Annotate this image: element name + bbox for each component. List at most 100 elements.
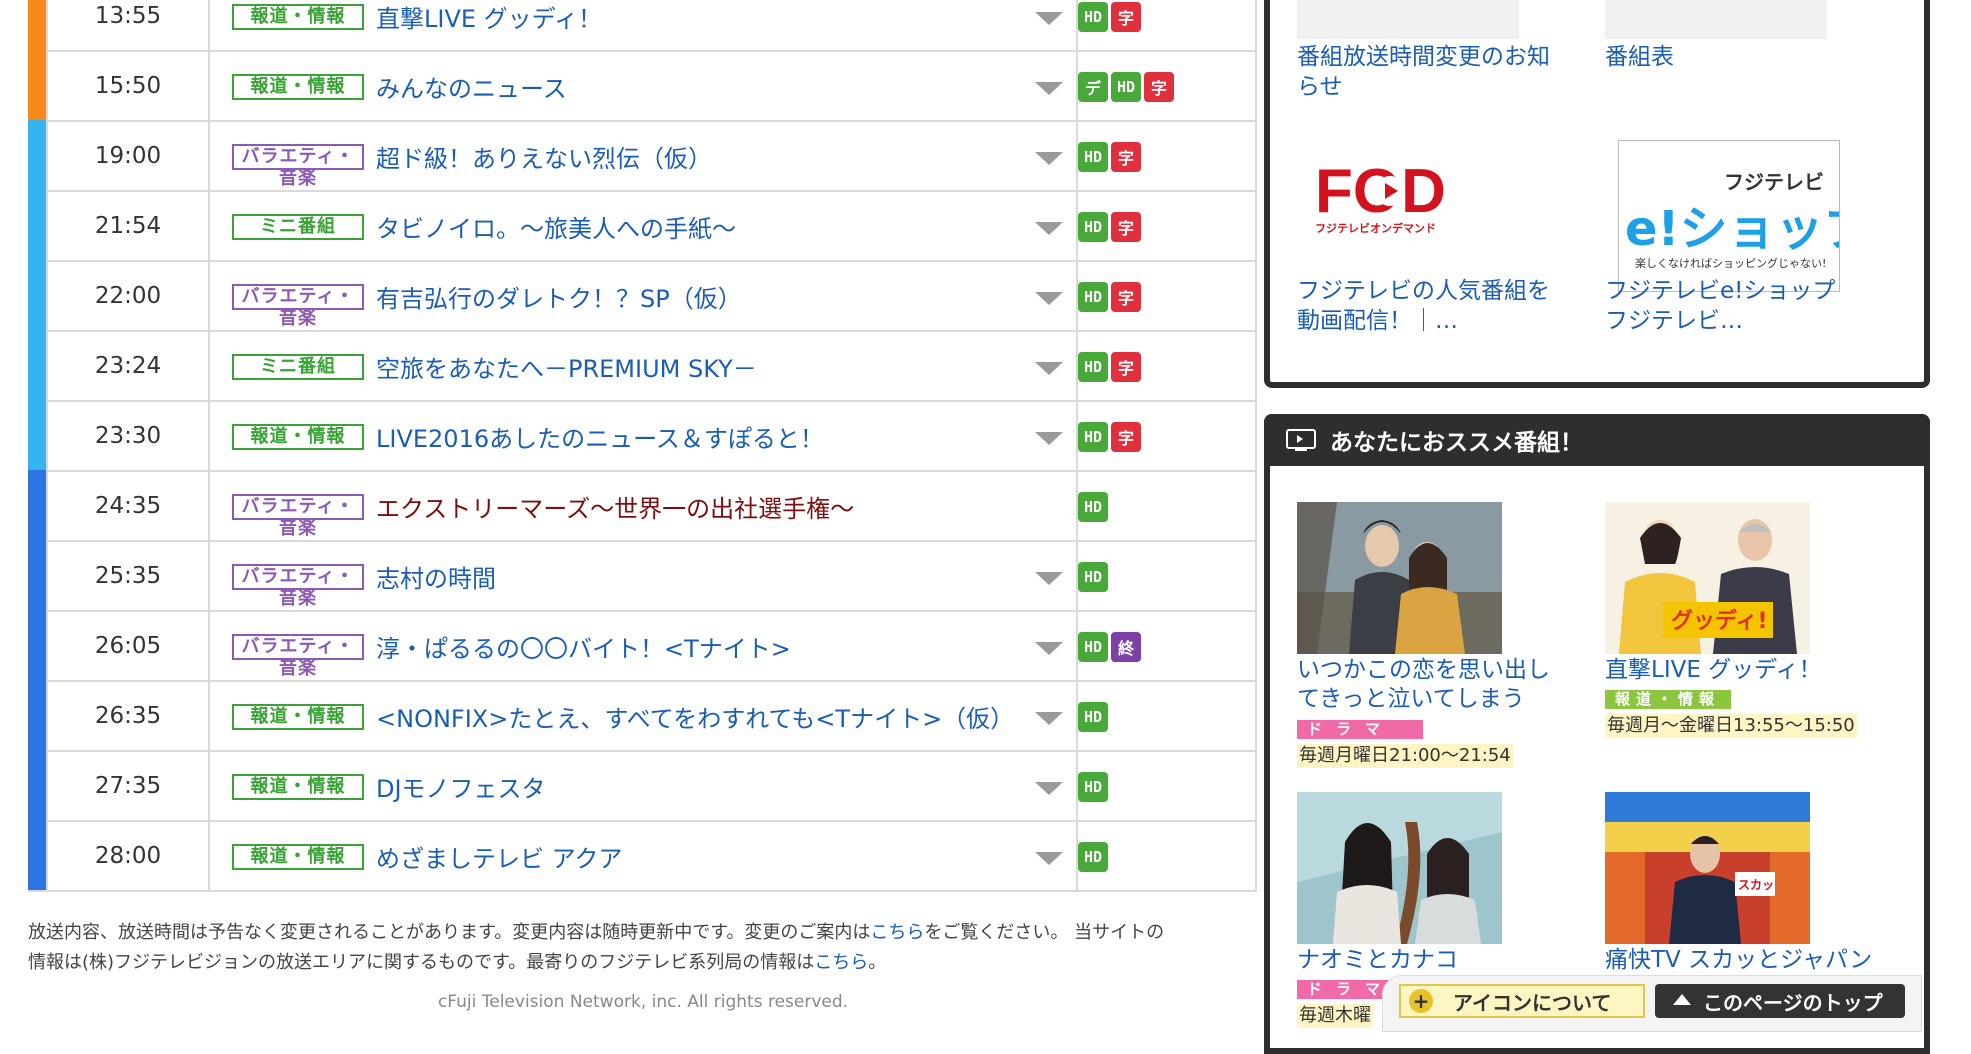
program-time: 25:35 — [46, 542, 210, 610]
rec-thumb-naomi[interactable] — [1297, 792, 1502, 944]
time-band-bar — [28, 50, 46, 120]
hd-badge-icon: HD — [1078, 352, 1108, 382]
program-badges: HD — [1078, 702, 1108, 732]
rec-title-naomi[interactable]: ナオミとカナコ — [1297, 946, 1458, 975]
fod-logo-sub: フジテレビオンデマンド — [1315, 221, 1436, 235]
program-time: 21:54 — [46, 192, 210, 260]
program-title[interactable]: DJモノフェスタ — [376, 752, 546, 820]
notice-link-affiliates[interactable]: こちら — [814, 952, 868, 973]
schedule-row[interactable]: 22:00 バラエティ・音楽 有吉弘行のダレトク！？SP（仮） HD 字 — [28, 260, 1255, 330]
schedule-row[interactable]: 26:35 報道・情報 <NONFIX>たとえ、すべてをわすれても<Tナイト>（仮）… — [28, 680, 1255, 750]
final-episode-badge-icon: 終 — [1111, 632, 1141, 662]
program-title[interactable]: 淳・ぱるるの〇〇バイト！<Tナイト> — [376, 612, 791, 680]
naomi-photo — [1297, 792, 1502, 944]
rec-title-sukatto[interactable]: 痛快TV スカッとジャパン — [1605, 946, 1872, 975]
genre-label: 報道・情報 — [232, 4, 364, 30]
genre-label: 報道・情報 — [232, 844, 364, 870]
program-title[interactable]: タビノイロ。～旅美人への手紙～ — [376, 192, 736, 260]
hd-badge-icon: HD — [1078, 702, 1108, 732]
schedule-row[interactable]: 28:00 報道・情報 めざましテレビ アクア HD — [28, 820, 1255, 890]
program-title[interactable]: 超ド級！ありえない烈伝（仮） — [376, 122, 712, 190]
schedule-row[interactable]: 24:35 バラエティ・音楽 エクストリーマーズ～世界一の出社選手権～ HD — [28, 470, 1255, 540]
program-time: 27:35 — [46, 752, 210, 820]
program-title[interactable]: エクストリーマーズ～世界一の出社選手権～ — [376, 472, 854, 540]
genre-label: ミニ番組 — [232, 354, 364, 380]
program-title[interactable]: 直撃LIVE グッディ！ — [376, 0, 602, 50]
recommend-panel: あなたにおススメ番組！ いつかこの恋を思い出し てきっと泣いてしまう ドラマ 毎… — [1264, 414, 1930, 1054]
schedule-row[interactable]: 23:30 報道・情報 LIVE2016あしたのニュース＆すぽると！ HD 字 — [28, 400, 1255, 470]
genre-label: 報道・情報 — [232, 424, 364, 450]
program-title[interactable]: 有吉弘行のダレトク！？SP（仮） — [376, 262, 742, 330]
link-caption: 番組放送時間変更のお知 — [1297, 44, 1550, 70]
schedule-row[interactable]: 26:05 バラエティ・音楽 淳・ぱるるの〇〇バイト！<Tナイト> HD 終 — [28, 610, 1255, 680]
schedule-change-link[interactable]: 番組放送時間変更のお知 らせ — [1297, 42, 1550, 102]
sukatto-photo: スカッ — [1605, 792, 1810, 944]
notice-link-change[interactable]: こちら — [870, 922, 924, 943]
copyright: cFuji Television Network, inc. All right… — [437, 992, 849, 1012]
time-band-bar — [28, 540, 46, 610]
rec-title-line: てきっと泣いてしまう — [1297, 686, 1525, 712]
program-title[interactable]: LIVE2016あしたのニュース＆すぽると！ — [376, 402, 824, 470]
schedule-row[interactable]: 25:35 バラエティ・音楽 志村の時間 HD — [28, 540, 1255, 610]
schedule-row[interactable]: 23:24 ミニ番組 空旅をあなたへ－PREMIUM SKY－ HD 字 — [28, 330, 1255, 400]
eshop-logo[interactable]: フジテレビ e!ショップ 楽しくなければショッピングじゃない! — [1618, 140, 1871, 292]
page-top-button[interactable]: このページのトップ — [1655, 984, 1905, 1018]
link-caption: フジテレビe!ショップ — [1605, 278, 1836, 304]
plus-icon: + — [1409, 989, 1433, 1013]
about-icons-label: アイコンについて — [1453, 990, 1612, 1015]
rec-time: 毎週月曜日21:00～21:54 — [1297, 744, 1513, 768]
schedule-row[interactable]: 27:35 報道・情報 DJモノフェスタ HD — [28, 750, 1255, 820]
sukatto-sign-text: スカッ — [1738, 878, 1774, 892]
hd-badge-icon: HD — [1078, 2, 1108, 32]
divider — [1056, 682, 1078, 750]
program-title[interactable]: 空旅をあなたへ－PREMIUM SKY－ — [376, 332, 757, 400]
program-guide-thumb[interactable] — [1605, 0, 1827, 39]
fod-link[interactable]: フジテレビの人気番組を 動画配信！｜… — [1297, 276, 1550, 336]
hd-badge-icon: HD — [1078, 492, 1108, 522]
eshop-logo-art: フジテレビ e!ショップ 楽しくなければショッピングじゃない! — [1625, 170, 1871, 270]
goody-photo: グッディ! — [1605, 502, 1810, 654]
rec-thumb-itsuka[interactable] — [1297, 502, 1502, 654]
program-title[interactable]: <NONFIX>たとえ、すべてをわすれても<Tナイト>（仮） — [376, 682, 1014, 750]
eshop-link[interactable]: フジテレビe!ショップ フジテレビ… — [1605, 276, 1835, 336]
time-band-bar — [28, 120, 46, 190]
about-icons-button[interactable]: + アイコンについて — [1399, 984, 1645, 1018]
time-band-bar — [28, 260, 46, 330]
fod-logo[interactable]: FOD フジテレビオンデマンド — [1313, 154, 1463, 244]
program-title[interactable]: 志村の時間 — [376, 542, 496, 610]
program-time: 26:05 — [46, 612, 210, 680]
broadcast-notice: 放送内容、放送時間は予告なく変更されることがあります。変更内容は随時更新中です。… — [28, 918, 1258, 978]
schedule-row[interactable]: 13:55 報道・情報 直撃LIVE グッディ！ HD 字 — [28, 0, 1255, 50]
hd-badge-icon: HD — [1078, 142, 1108, 172]
schedule-change-thumb[interactable] — [1297, 0, 1519, 39]
rec-thumb-sukatto[interactable]: スカッ — [1605, 792, 1810, 944]
genre-label: バラエティ・音楽 — [232, 634, 364, 679]
genre-badge-news: 報道・情報 — [1605, 690, 1731, 709]
program-title[interactable]: みんなのニュース — [376, 52, 567, 120]
hd-badge-icon: HD — [1078, 282, 1108, 312]
time-band-bar — [28, 470, 46, 540]
divider — [1056, 262, 1078, 330]
rec-time: 毎週月～金曜日13:55～15:50 — [1605, 714, 1857, 738]
program-time: 15:50 — [46, 52, 210, 120]
time-band-bar — [28, 820, 46, 890]
time-band-bar — [28, 610, 46, 680]
divider — [1056, 752, 1078, 820]
genre-label: 報道・情報 — [232, 704, 364, 730]
schedule-row[interactable]: 19:00 バラエティ・音楽 超ド級！ありえない烈伝（仮） HD 字 — [28, 120, 1255, 190]
link-caption: 動画配信！｜… — [1297, 308, 1458, 334]
rec-title-itsuka[interactable]: いつかこの恋を思い出し てきっと泣いてしまう — [1297, 656, 1550, 714]
program-title[interactable]: めざましテレビ アクア — [376, 822, 622, 890]
caption-badge-icon: 字 — [1111, 142, 1141, 172]
schedule-row[interactable]: 15:50 報道・情報 みんなのニュース デ HD 字 — [28, 50, 1255, 120]
schedule-row[interactable]: 21:54 ミニ番組 タビノイロ。～旅美人への手紙～ HD 字 — [28, 190, 1255, 260]
program-guide-link[interactable]: 番組表 — [1605, 42, 1674, 72]
program-badges: HD 字 — [1078, 2, 1141, 32]
rec-thumb-goody[interactable]: グッディ! — [1605, 502, 1810, 654]
notice-text: 情報は(株)フジテレビジョンの放送エリアに関するものです。最寄りのフジテレビ系列… — [28, 952, 815, 973]
hd-badge-icon: HD — [1111, 72, 1141, 102]
rec-title-goody[interactable]: 直撃LIVE グッディ！ — [1605, 656, 1822, 685]
program-time: 23:30 — [46, 402, 210, 470]
time-band-bar — [28, 330, 46, 400]
links-panel: 番組放送時間変更のお知 らせ 番組表 FOD フジテレビオンデマンド フジテレビ… — [1264, 0, 1930, 388]
